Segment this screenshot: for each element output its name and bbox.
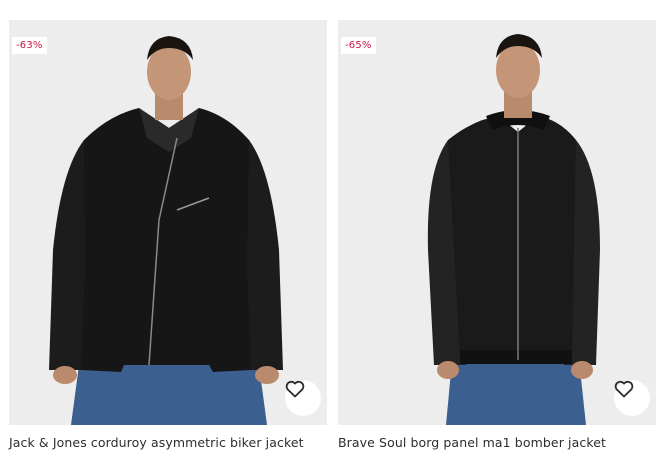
wishlist-button[interactable] — [285, 380, 321, 416]
product-card-1[interactable]: -63% Jack & Jones corduroy asymmetric bi… — [9, 20, 327, 466]
product-photo-bomber-jacket — [427, 34, 600, 425]
discount-badge: -63% — [12, 37, 47, 54]
heart-icon — [614, 380, 634, 398]
product-card-2[interactable]: -65% Brave Soul borg panel ma1 bomber ja… — [338, 20, 656, 466]
heart-icon — [285, 380, 305, 398]
product-image[interactable]: -63% — [9, 20, 327, 425]
discount-badge: -65% — [341, 37, 376, 54]
product-image[interactable]: -65% — [338, 20, 656, 425]
product-photo-biker-jacket — [49, 36, 283, 425]
product-title[interactable]: Brave Soul borg panel ma1 bomber jacket — [338, 435, 606, 450]
product-title[interactable]: Jack & Jones corduroy asymmetric biker j… — [9, 435, 304, 450]
wishlist-button[interactable] — [614, 380, 650, 416]
